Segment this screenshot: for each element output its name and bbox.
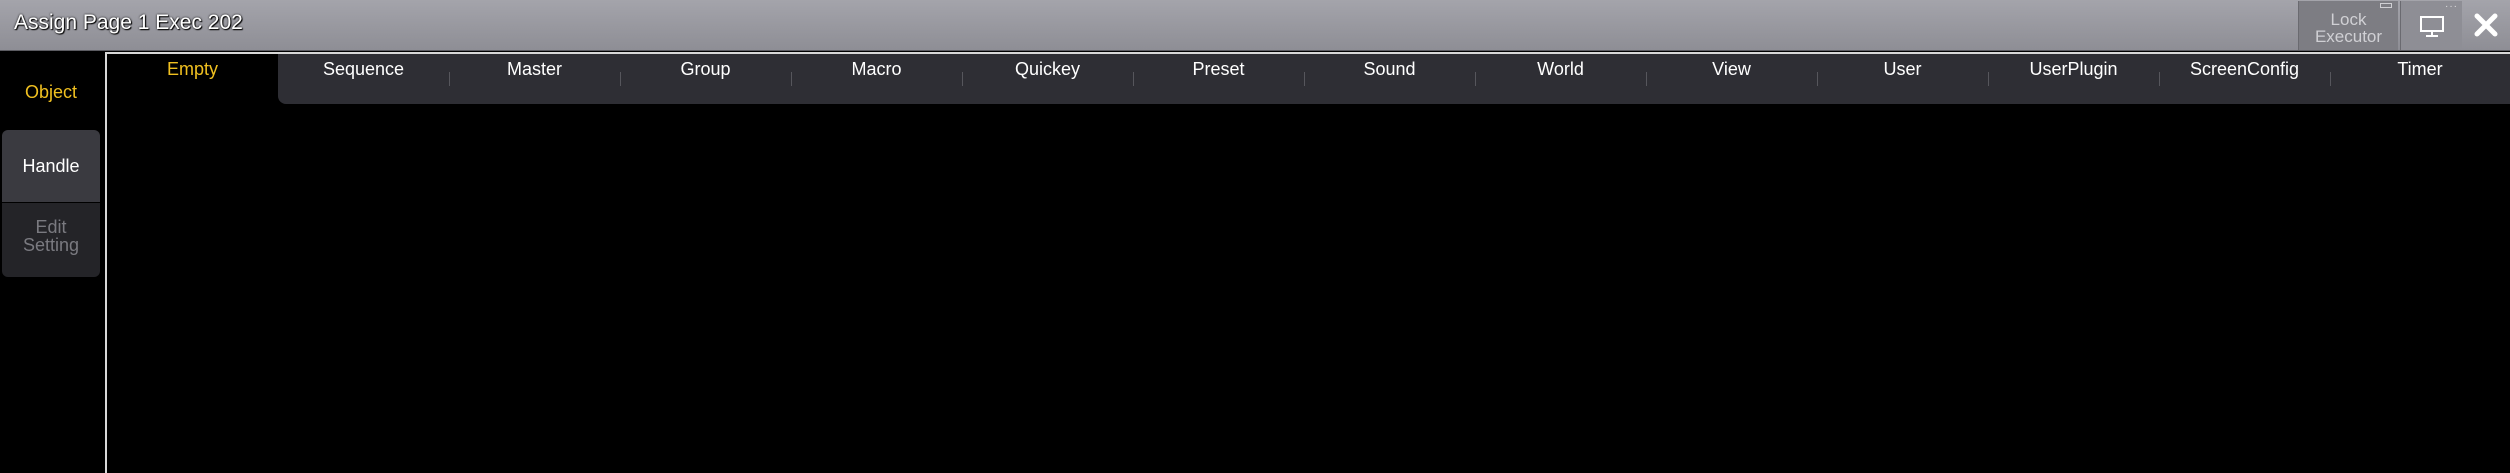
display-button[interactable]: ··· [2400,1,2462,50]
title-bar: Assign Page 1 Exec 202 Lock Executor ··· [0,0,2510,51]
close-button[interactable] [2464,1,2510,50]
object-type-tabs: Empty Sequence Master Group Macro Quicke… [107,54,2510,104]
content-panel: Empty Sequence Master Group Macro Quicke… [105,52,2510,473]
tab-macro[interactable]: Macro [791,54,962,104]
tab-label: World [1537,59,1584,79]
assign-window: Assign Page 1 Exec 202 Lock Executor ··· [0,0,2510,473]
sidebar-item-label: Object [24,82,78,102]
more-dots-icon: ··· [2445,1,2458,12]
lock-executor-label-line1: Lock [2330,10,2367,29]
tab-view[interactable]: View [1646,54,1817,104]
sidebar-item-label-line1: Edit [35,217,67,237]
tab-master[interactable]: Master [449,54,620,104]
sidebar-item-handle[interactable]: Handle [2,130,100,202]
tab-label: ScreenConfig [2189,59,2300,79]
tab-label: Sequence [322,59,405,79]
tab-timer[interactable]: Timer [2330,54,2510,104]
tab-quickey[interactable]: Quickey [962,54,1133,104]
tab-label: Quickey [1014,59,1081,79]
lock-executor-button[interactable]: Lock Executor [2298,1,2398,50]
tab-empty[interactable]: Empty [107,54,278,104]
content-area [107,104,2510,473]
lock-indicator-icon [2380,3,2392,8]
tab-label: Preset [1192,59,1245,79]
sidebar-item-label: Handle [22,156,80,176]
sidebar-item-object[interactable]: Object [2,82,100,112]
sidebar-item-edit-setting[interactable]: Edit Setting [2,203,100,277]
tab-label: UserPlugin [2029,59,2118,79]
tab-label: Empty [166,59,218,79]
tab-label: Macro [851,59,902,79]
tab-label: View [1712,59,1751,79]
tab-group[interactable]: Group [620,54,791,104]
tab-preset[interactable]: Preset [1133,54,1304,104]
tab-label: User [1883,59,1922,79]
lock-executor-label-line2: Executor [2314,27,2383,46]
tab-sequence[interactable]: Sequence [278,54,449,104]
tab-label: Master [506,59,562,79]
tab-label: Sound [1363,59,1416,79]
sidebar: Object Handle Edit Setting [0,52,104,473]
tab-userplugin[interactable]: UserPlugin [1988,54,2159,104]
window-title: Assign Page 1 Exec 202 [14,11,243,34]
tab-sound[interactable]: Sound [1304,54,1475,104]
tab-world[interactable]: World [1475,54,1646,104]
sidebar-item-label-line2: Setting [22,235,80,255]
tab-user[interactable]: User [1817,54,1988,104]
tab-label: Timer [2397,59,2443,79]
tab-screenconfig[interactable]: ScreenConfig [2159,54,2330,104]
tab-label: Group [680,59,731,79]
